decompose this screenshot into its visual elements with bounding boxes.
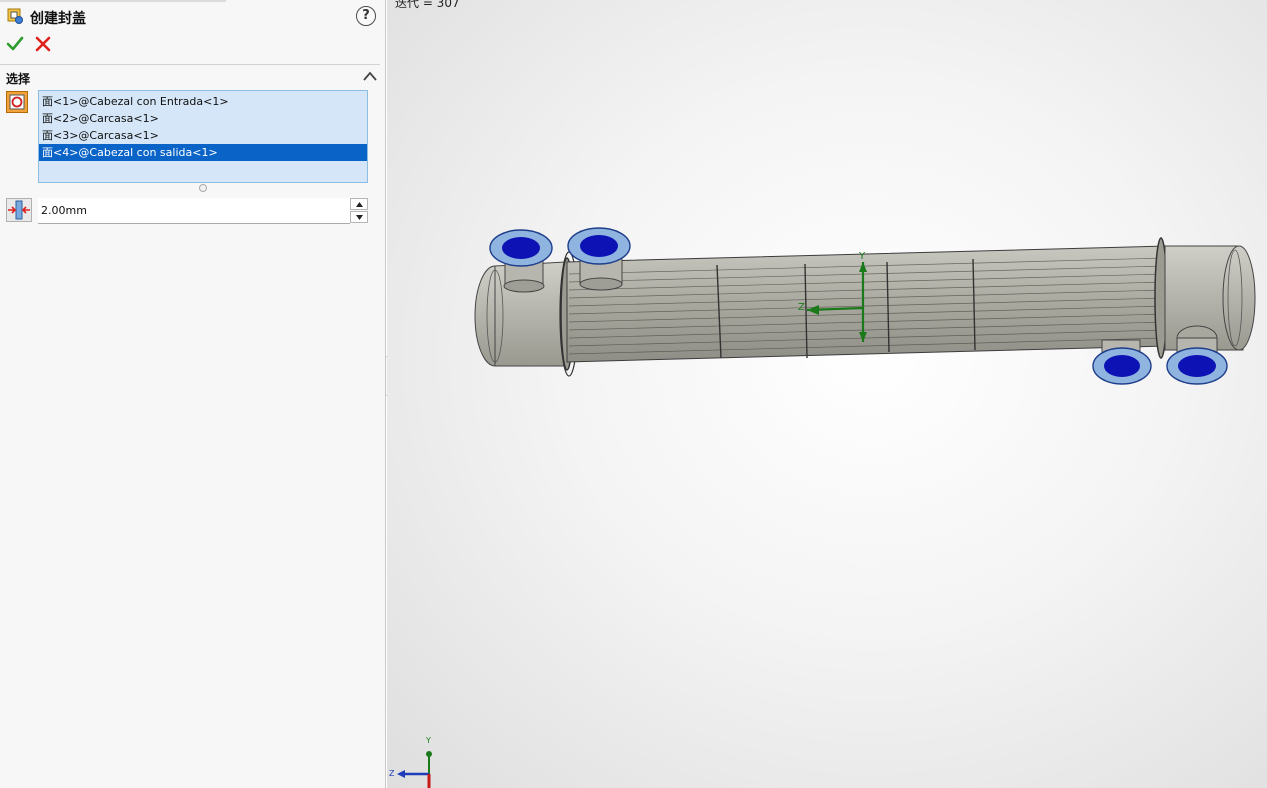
thickness-icon	[6, 198, 32, 222]
checkmark-icon	[6, 36, 24, 51]
shell-body[interactable]	[566, 245, 1168, 363]
list-item[interactable]: 面<1>@Cabezal con Entrada<1>	[39, 93, 367, 110]
axis-label-y: Y	[858, 251, 866, 262]
faces-list[interactable]: 面<1>@Cabezal con Entrada<1> 面<2>@Carcasa…	[38, 90, 368, 183]
property-manager-panel: 创建封盖 ? 选择 面<1>@Cabezal con Entrada<1> 面<…	[0, 0, 386, 788]
triad-label-y: Y	[425, 736, 431, 745]
section-title-selection: 选择	[6, 72, 31, 86]
cap-feature-icon	[7, 8, 23, 24]
ok-button[interactable]	[6, 35, 24, 53]
list-item[interactable]: 面<2>@Carcasa<1>	[39, 110, 367, 127]
chevron-up-icon[interactable]	[362, 69, 378, 83]
spin-down-button[interactable]	[350, 211, 368, 223]
orientation-triad: Y Z	[389, 736, 432, 788]
spin-up-button[interactable]	[350, 198, 368, 210]
divider	[0, 64, 380, 65]
heat-exchanger-model[interactable]: Y Z	[387, 0, 1267, 788]
graphics-viewport[interactable]: 迭代 = 307 Y Z Y Z	[387, 0, 1267, 788]
list-resize-handle[interactable]	[199, 184, 207, 192]
triad-y-tip	[426, 751, 432, 757]
page-title: 创建封盖	[30, 11, 86, 27]
list-item[interactable]: 面<3>@Carcasa<1>	[39, 127, 367, 144]
thickness-input[interactable]	[38, 198, 350, 224]
arrow-up-icon	[356, 202, 363, 207]
panel-tab-strip	[0, 0, 226, 2]
help-button[interactable]: ?	[356, 6, 376, 26]
face-selection-icon[interactable]	[6, 91, 28, 113]
close-icon	[35, 36, 51, 52]
arrow-down-icon	[356, 215, 363, 220]
cancel-button[interactable]	[34, 35, 52, 53]
list-item-selected[interactable]: 面<4>@Cabezal con salida<1>	[39, 144, 367, 161]
axis-label-z: Z	[798, 302, 805, 313]
triad-label-z: Z	[389, 769, 395, 778]
